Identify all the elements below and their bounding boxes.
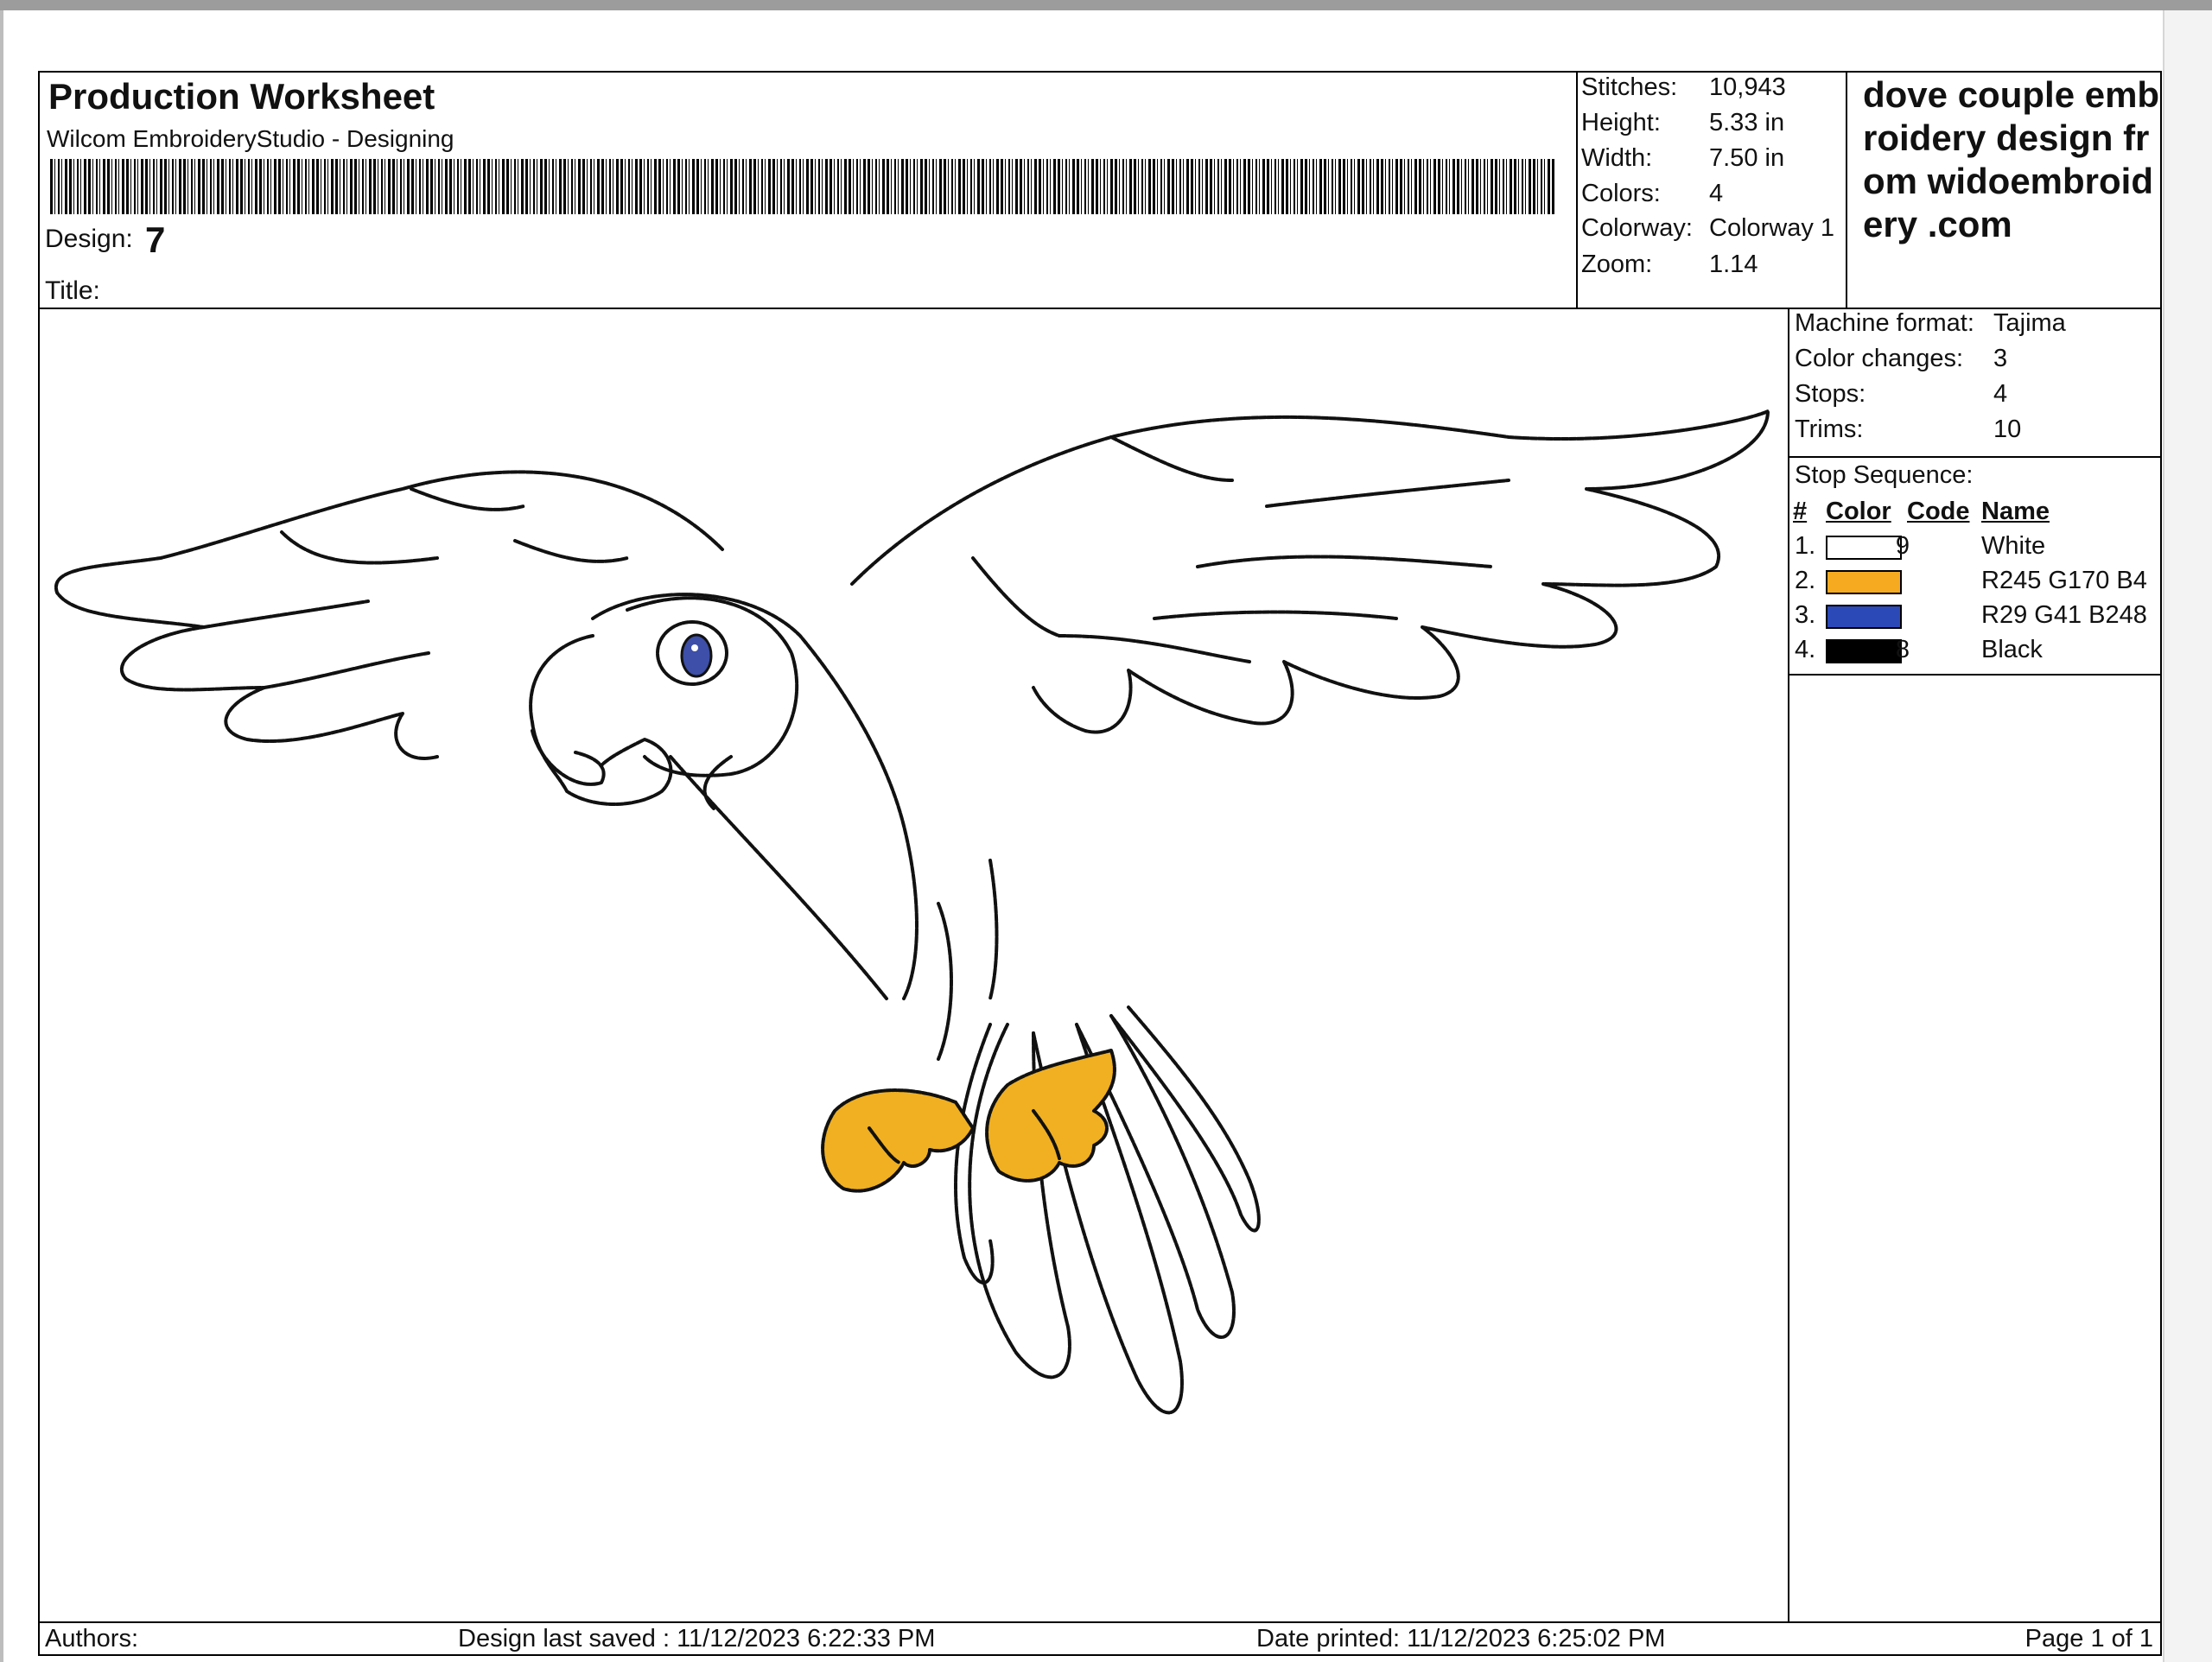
stat-label: Colors: xyxy=(1581,180,1661,207)
right-wing xyxy=(850,409,1770,734)
color-swatch xyxy=(1826,639,1902,663)
right-wing-feather xyxy=(1153,610,1398,620)
stat-label: Stitches: xyxy=(1581,73,1678,101)
window-scrollbar[interactable] xyxy=(2163,10,2212,1662)
parrot-leg xyxy=(937,902,953,1061)
thread-code: 9 xyxy=(1895,532,1910,560)
page-number: Page 1 of 1 xyxy=(2024,1625,2153,1652)
parrot-neck xyxy=(702,755,733,810)
stat-value: 4 xyxy=(1709,180,1724,207)
seq-header-name: Name xyxy=(1981,498,2050,525)
machine-label: Stops: xyxy=(1795,380,1866,408)
brand-box: dove couple embroidery design from widoe… xyxy=(1851,73,2160,308)
thread-code: 8 xyxy=(1895,636,1910,663)
seq-header-num: # xyxy=(1793,498,1808,525)
machine-value: 10 xyxy=(1993,416,2022,443)
stat-value: Colorway 1 xyxy=(1709,214,1835,242)
stat-row: Width: 7.50 in xyxy=(1581,144,1840,179)
right-wing-feather xyxy=(1196,555,1493,568)
window-left-edge xyxy=(0,10,3,1662)
window-top-edge xyxy=(0,0,2212,10)
worksheet-title: Production Worksheet xyxy=(48,76,435,117)
thread-name: Black xyxy=(1981,636,2043,663)
last-saved: Design last saved : 11/12/2023 6:22:33 P… xyxy=(458,1625,936,1652)
stat-value: 10,943 xyxy=(1709,73,1786,101)
thread-name: White xyxy=(1981,532,2046,560)
stop-number: 2. xyxy=(1795,567,1816,594)
machine-label: Trims: xyxy=(1795,416,1864,443)
left-wing-feather xyxy=(280,530,439,565)
software-name: Wilcom EmbroideryStudio - Designing xyxy=(47,125,454,152)
right-wing-feather xyxy=(1265,479,1510,508)
color-swatch xyxy=(1826,570,1902,594)
worksheet-footer: Authors: Design last saved : 11/12/2023 … xyxy=(40,1621,2160,1656)
color-swatch xyxy=(1826,605,1902,629)
authors-label: Authors: xyxy=(45,1625,138,1652)
design-label: Design: xyxy=(45,225,133,253)
production-worksheet: Production Worksheet Wilcom EmbroiderySt… xyxy=(38,71,2162,1656)
stop-sequence-title: Stop Sequence: xyxy=(1795,461,1974,489)
parrot-beak-lower xyxy=(531,729,606,786)
parrot-leg xyxy=(988,859,999,1000)
color-swatch xyxy=(1826,536,1902,560)
stat-label: Zoom: xyxy=(1581,251,1653,278)
stop-row: 2. R245 G170 B4 xyxy=(1789,567,2160,601)
right-wing-feather xyxy=(1109,435,1234,482)
stop-row: 4. 8 Black xyxy=(1789,636,2160,670)
stat-row: Colorway: Colorway 1 xyxy=(1581,214,1840,249)
parrot-beak xyxy=(529,634,673,806)
date-printed: Date printed: 11/12/2023 6:25:02 PM xyxy=(1256,1625,1666,1652)
stop-row: 1. 9 White xyxy=(1789,532,2160,567)
machine-panel: Machine format: Tajima Color changes: 3 … xyxy=(1789,308,2160,1621)
eye-highlight xyxy=(691,644,698,651)
left-wing xyxy=(54,470,724,760)
thread-name: R29 G41 B248 xyxy=(1981,601,2147,629)
stat-value: 5.33 in xyxy=(1709,109,1785,136)
left-wing-feather xyxy=(263,651,430,689)
worksheet-header: Production Worksheet Wilcom EmbroiderySt… xyxy=(40,73,2160,309)
panel-divider xyxy=(1789,674,2160,676)
left-foot xyxy=(821,1088,975,1193)
stop-number: 3. xyxy=(1795,601,1816,629)
seq-header-code: Code xyxy=(1907,498,1970,525)
machine-value: 4 xyxy=(1993,380,2008,408)
thread-name: R245 G170 B4 xyxy=(1981,567,2147,594)
brand-text: dove couple embroidery design from widoe… xyxy=(1863,74,2160,244)
stop-number: 1. xyxy=(1795,532,1816,560)
machine-label: Machine format: xyxy=(1795,309,1974,337)
machine-value: 3 xyxy=(1993,345,2008,372)
machine-value: Tajima xyxy=(1993,309,2066,337)
right-foot xyxy=(985,1049,1116,1183)
parrot-illustration xyxy=(54,409,1770,1415)
stop-row: 3. R29 G41 B248 xyxy=(1789,601,2160,636)
right-wing-feather xyxy=(1058,634,1251,663)
stat-row: Height: 5.33 in xyxy=(1581,109,1840,143)
panel-divider xyxy=(1789,456,2160,458)
stat-label: Height: xyxy=(1581,109,1661,136)
stat-label: Colorway: xyxy=(1581,214,1693,242)
machine-label: Color changes: xyxy=(1795,345,1964,372)
eye-iris xyxy=(680,633,713,678)
design-value: 7 xyxy=(145,219,166,260)
parrot-head xyxy=(626,596,799,777)
left-wing-feather xyxy=(202,599,370,629)
design-barcode xyxy=(50,159,1555,214)
left-wing-feather xyxy=(513,539,629,563)
seq-header-color: Color xyxy=(1826,498,1891,525)
right-wing-feather xyxy=(971,556,1061,638)
stop-number: 4. xyxy=(1795,636,1816,663)
parrot-body xyxy=(591,593,918,1000)
stat-value: 7.50 in xyxy=(1709,144,1785,172)
parrot-belly xyxy=(669,755,888,1000)
stat-row: Colors: 4 xyxy=(1581,180,1840,214)
title-label: Title: xyxy=(45,276,100,305)
stat-row: Stitches: 10,943 xyxy=(1581,73,1840,108)
design-stats: Stitches: 10,943 Height: 5.33 in Width: … xyxy=(1576,73,1847,308)
stat-label: Width: xyxy=(1581,144,1653,172)
stat-value: 1.14 xyxy=(1709,251,1758,278)
left-wing-feather xyxy=(410,487,525,511)
design-preview xyxy=(40,308,1789,1621)
stat-row: Zoom: 1.14 xyxy=(1581,251,1840,285)
